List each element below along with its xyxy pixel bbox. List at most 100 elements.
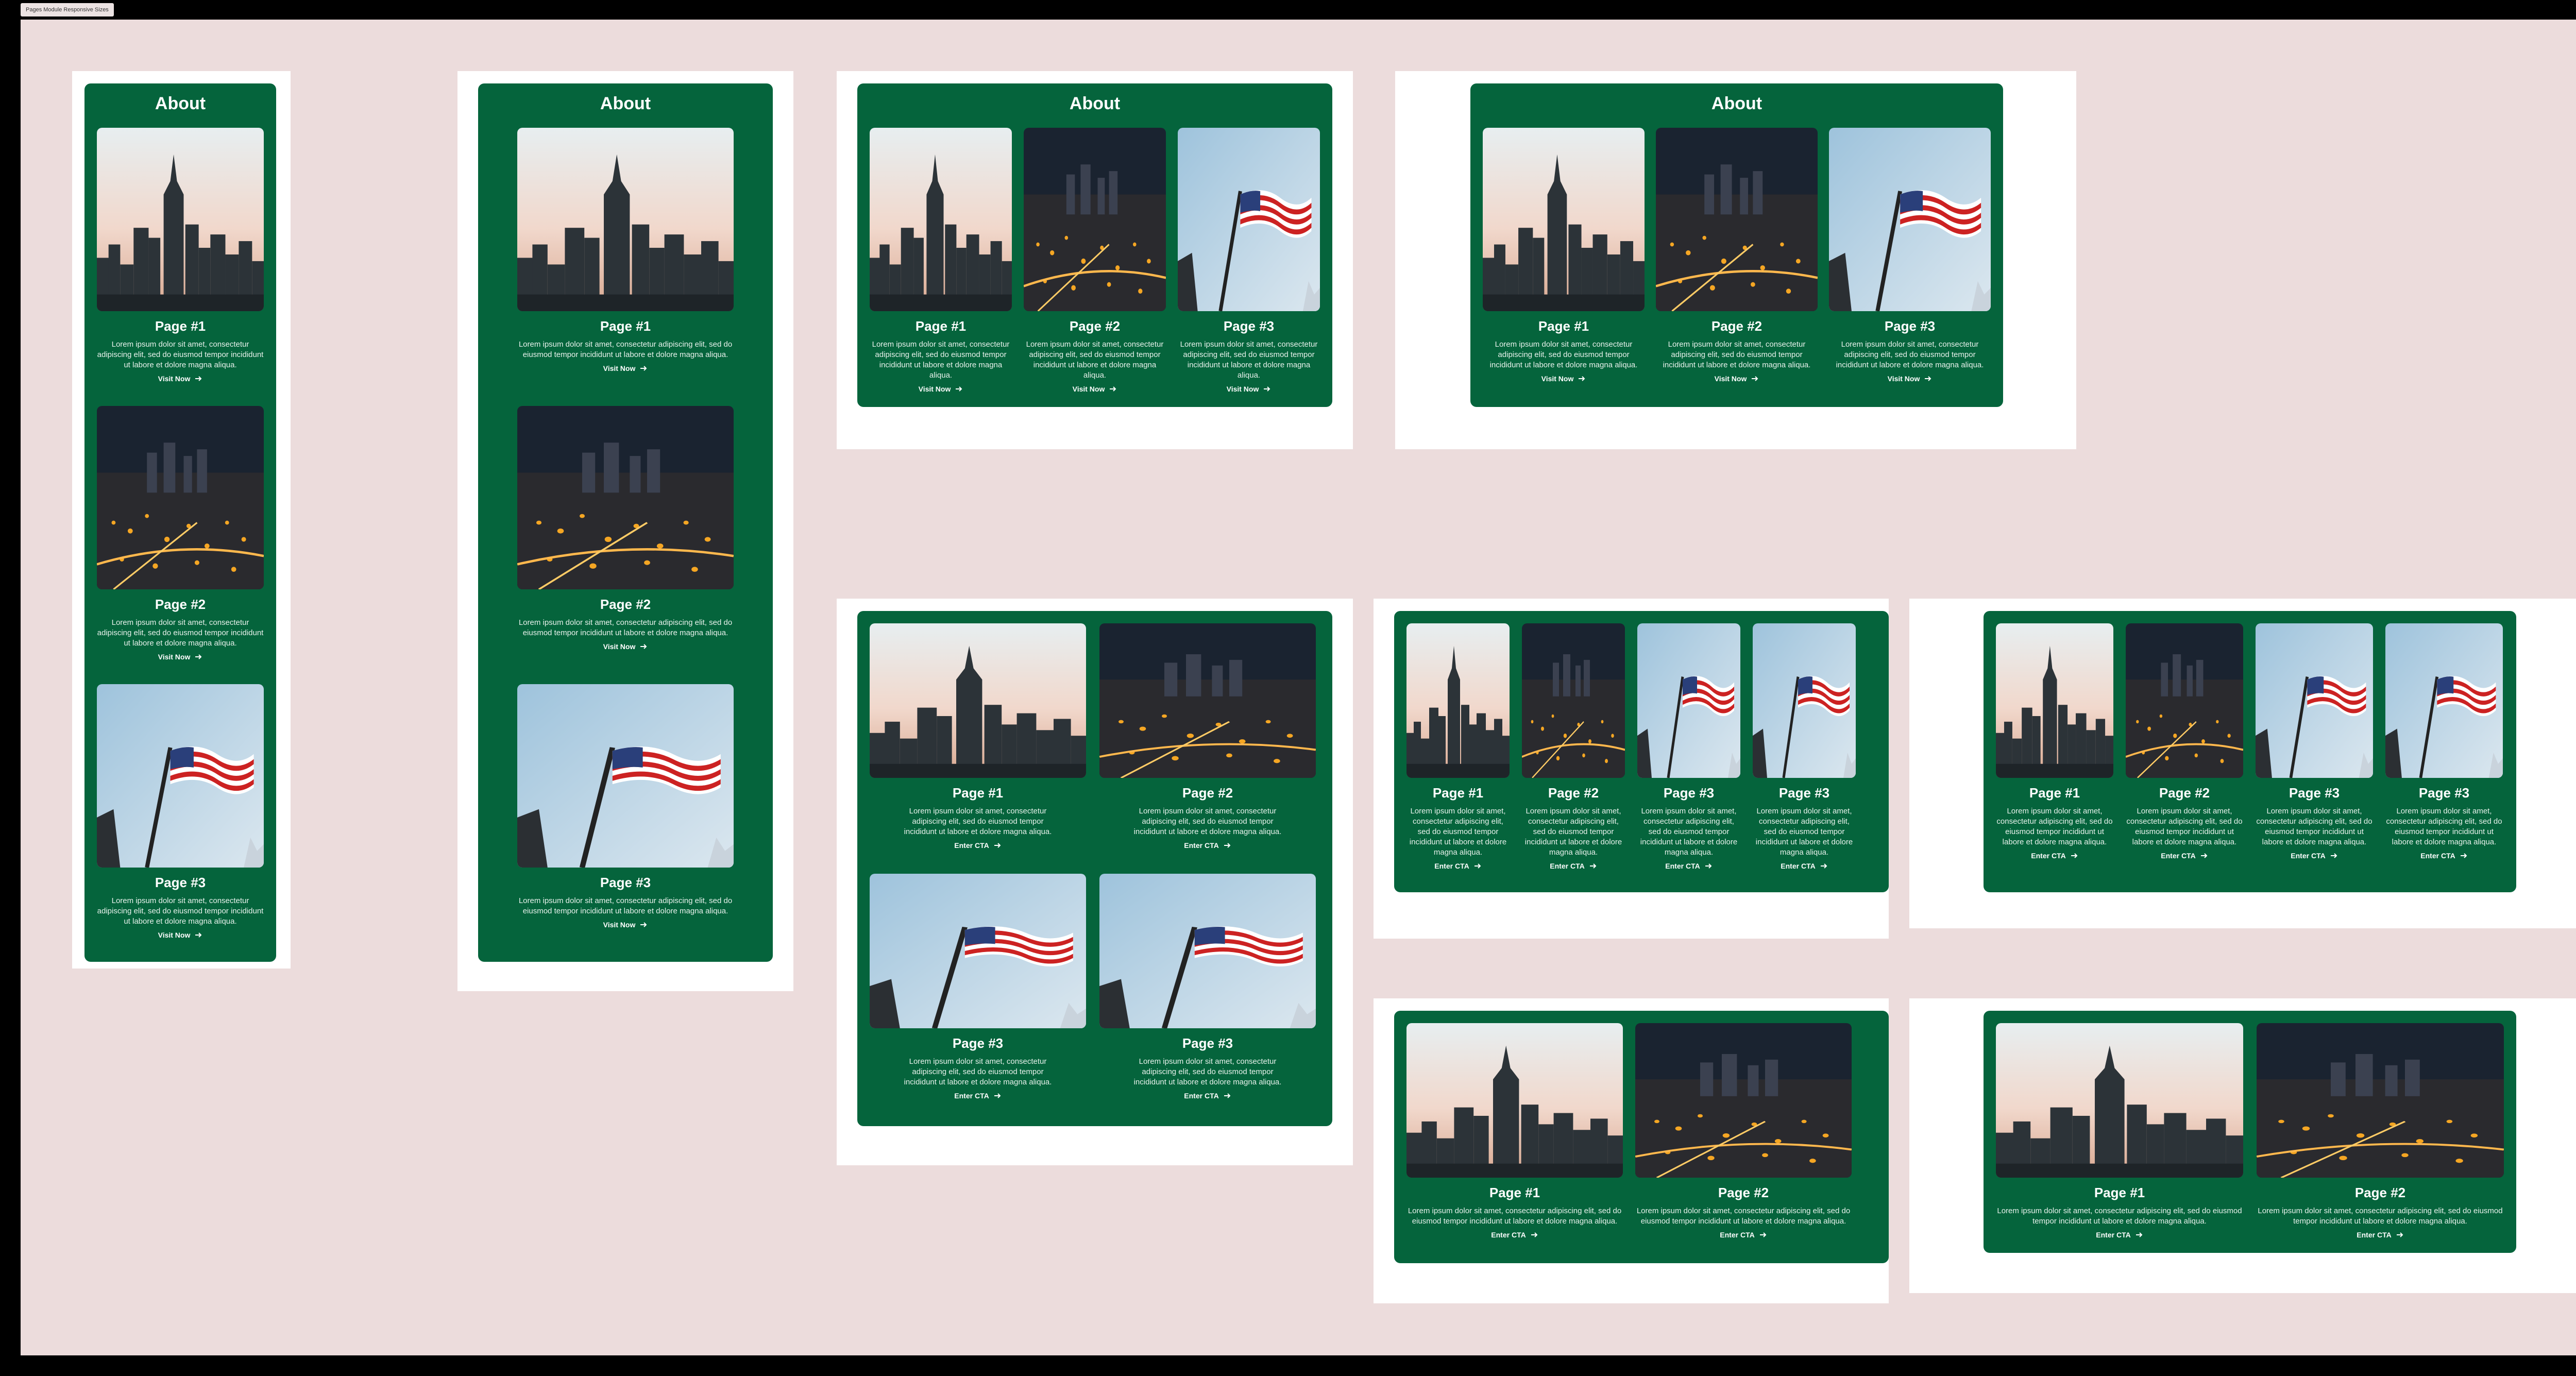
cta-label: Enter CTA — [2291, 852, 2326, 860]
photo-flag — [1753, 623, 1856, 778]
artboard-mobile-wide: About Page #1 Lorem ipsum dolor sit amet… — [457, 71, 793, 991]
enter-cta-link[interactable]: Enter CTA — [1184, 841, 1231, 850]
enter-cta-link[interactable]: Enter CTA — [2420, 852, 2467, 860]
enter-cta-link[interactable]: Enter CTA — [1184, 1092, 1231, 1100]
photo-skyline-night — [517, 406, 734, 589]
cta-label: Visit Now — [158, 931, 191, 939]
card-title: Page #3 — [1182, 1035, 1233, 1051]
arrow-right-icon — [2071, 853, 2078, 858]
visit-now-link[interactable]: Visit Now — [1888, 375, 1933, 383]
card-title: Page #3 — [2289, 785, 2340, 801]
visit-now-link[interactable]: Visit Now — [158, 931, 203, 939]
page-card: Page #2 Lorem ipsum dolor sit amet, cons… — [517, 406, 734, 652]
arrow-right-icon — [1264, 386, 1270, 392]
arrow-right-icon — [2396, 1232, 2403, 1237]
enter-cta-link[interactable]: Enter CTA — [2096, 1231, 2143, 1239]
card-description: Lorem ipsum dolor sit amet, consectetur … — [1489, 340, 1638, 369]
visit-now-link[interactable]: Visit Now — [1073, 385, 1117, 393]
enter-cta-link[interactable]: Enter CTA — [1781, 862, 1827, 870]
photo-skyline-night — [1656, 128, 1818, 311]
photo-skyline-day — [1483, 128, 1645, 311]
visit-now-link[interactable]: Visit Now — [158, 653, 203, 661]
enter-cta-link[interactable]: Enter CTA — [1550, 862, 1597, 870]
cta-label: Enter CTA — [1781, 862, 1816, 870]
card-title: Page #1 — [952, 785, 1004, 801]
card-title: Page #3 — [2418, 785, 2470, 801]
card-title: Page #1 — [2094, 1185, 2145, 1200]
card-description: Lorem ipsum dolor sit amet, consectetur … — [2256, 807, 2372, 846]
page-card: Page #3 Lorem ipsum dolor sit amet, cons… — [1637, 623, 1740, 871]
card-title: Page #3 — [1223, 318, 1275, 334]
enter-cta-link[interactable]: Enter CTA — [2031, 852, 2078, 860]
enter-cta-link[interactable]: Enter CTA — [1720, 1231, 1767, 1239]
photo-flag — [517, 684, 734, 868]
visit-now-link[interactable]: Visit Now — [603, 921, 648, 929]
card-title: Page #1 — [1489, 1185, 1540, 1200]
photo-skyline-day — [1996, 623, 2113, 778]
arrow-right-icon — [1224, 843, 1231, 848]
arrow-right-icon — [1705, 863, 1712, 869]
arrow-right-icon — [1759, 1232, 1767, 1237]
artboard-desktop-4col: Page #1 Lorem ipsum dolor sit amet, cons… — [1909, 599, 2576, 928]
enter-cta-link[interactable]: Enter CTA — [1665, 862, 1712, 870]
visit-now-link[interactable]: Visit Now — [1227, 385, 1272, 393]
visit-now-link[interactable]: Visit Now — [603, 642, 648, 651]
visit-now-link[interactable]: Visit Now — [919, 385, 963, 393]
enter-cta-link[interactable]: Enter CTA — [2291, 852, 2337, 860]
arrow-right-icon — [994, 1093, 1001, 1098]
enter-cta-link[interactable]: Enter CTA — [1434, 862, 1481, 870]
arrow-right-icon — [2330, 853, 2337, 858]
photo-flag — [1178, 128, 1320, 311]
cta-label: Visit Now — [158, 375, 191, 383]
cta-label: Visit Now — [1226, 385, 1259, 393]
card-title: Page #2 — [155, 597, 206, 612]
card-title: Page #3 — [1884, 318, 1936, 334]
artboard-desktop-2col: Page #1 Lorem ipsum dolor sit amet, cons… — [1909, 998, 2576, 1293]
artboard-tablet-2col: Page #1 Lorem ipsum dolor sit amet, cons… — [1374, 998, 1889, 1303]
card-description: Lorem ipsum dolor sit amet, consectetur … — [1663, 340, 1811, 369]
card-title: Page #1 — [155, 318, 206, 334]
pages-module: About Page #1 Lorem ipsum dolor sit amet… — [478, 83, 773, 962]
arrow-right-icon — [640, 922, 647, 927]
page-card: Page #2 Lorem ipsum dolor sit amet, cons… — [97, 406, 264, 662]
card-description: Lorem ipsum dolor sit amet, consectetur … — [97, 340, 264, 369]
arrow-right-icon — [1110, 386, 1116, 392]
enter-cta-link[interactable]: Enter CTA — [1491, 1231, 1538, 1239]
pages-module: Page #1 Lorem ipsum dolor sit amet, cons… — [1984, 611, 2516, 892]
cta-label: Enter CTA — [2096, 1231, 2131, 1239]
page-card: Page #2 Lorem ipsum dolor sit amet, cons… — [2257, 1023, 2504, 1240]
page-card: Page #2 Lorem ipsum dolor sit amet, cons… — [2126, 623, 2243, 861]
enter-cta-link[interactable]: Enter CTA — [954, 1092, 1001, 1100]
cta-label: Visit Now — [603, 364, 636, 372]
frame-tab[interactable]: Pages Module Responsive Sizes — [21, 3, 114, 16]
visit-now-link[interactable]: Visit Now — [1541, 375, 1586, 383]
cta-label: Enter CTA — [1184, 841, 1219, 850]
page-card: Page #3 Lorem ipsum dolor sit amet, cons… — [1178, 128, 1320, 394]
photo-skyline-day — [97, 128, 264, 311]
enter-cta-link[interactable]: Enter CTA — [954, 841, 1001, 850]
card-description: Lorem ipsum dolor sit amet, consectetur … — [1180, 340, 1318, 380]
enter-cta-link[interactable]: Enter CTA — [2161, 852, 2208, 860]
visit-now-link[interactable]: Visit Now — [603, 364, 648, 372]
arrow-right-icon — [1474, 863, 1481, 869]
page-card: Page #2 Lorem ipsum dolor sit amet, cons… — [1522, 623, 1625, 871]
photo-flag — [870, 874, 1086, 1028]
visit-now-link[interactable]: Visit Now — [158, 375, 203, 383]
card-description: Lorem ipsum dolor sit amet, consectetur … — [904, 807, 1052, 836]
card-description: Lorem ipsum dolor sit amet, consectetur … — [518, 618, 733, 637]
cta-label: Visit Now — [1887, 375, 1920, 383]
card-description: Lorem ipsum dolor sit amet, consectetur … — [2386, 807, 2502, 846]
photo-skyline-night — [97, 406, 264, 589]
artboard-mobile-narrow: About Page #1 Lorem ipsum dolor sit amet… — [72, 71, 291, 969]
card-description: Lorem ipsum dolor sit amet, consectetur … — [97, 896, 264, 926]
card-description: Lorem ipsum dolor sit amet, consectetur … — [518, 340, 733, 359]
card-description: Lorem ipsum dolor sit amet, consectetur … — [872, 340, 1010, 380]
page-card: Page #1 Lorem ipsum dolor sit amet, cons… — [1406, 1023, 1623, 1240]
photo-skyline-night — [1099, 623, 1316, 778]
visit-now-link[interactable]: Visit Now — [1715, 375, 1759, 383]
card-description: Lorem ipsum dolor sit amet, consectetur … — [1640, 807, 1738, 857]
pages-module: Page #1 Lorem ipsum dolor sit amet, cons… — [1984, 1011, 2516, 1253]
arrow-right-icon — [2200, 853, 2208, 858]
enter-cta-link[interactable]: Enter CTA — [2357, 1231, 2403, 1239]
artboard-tablet-3col: About Page #1 Lorem ipsum dolor sit amet… — [837, 71, 1353, 449]
